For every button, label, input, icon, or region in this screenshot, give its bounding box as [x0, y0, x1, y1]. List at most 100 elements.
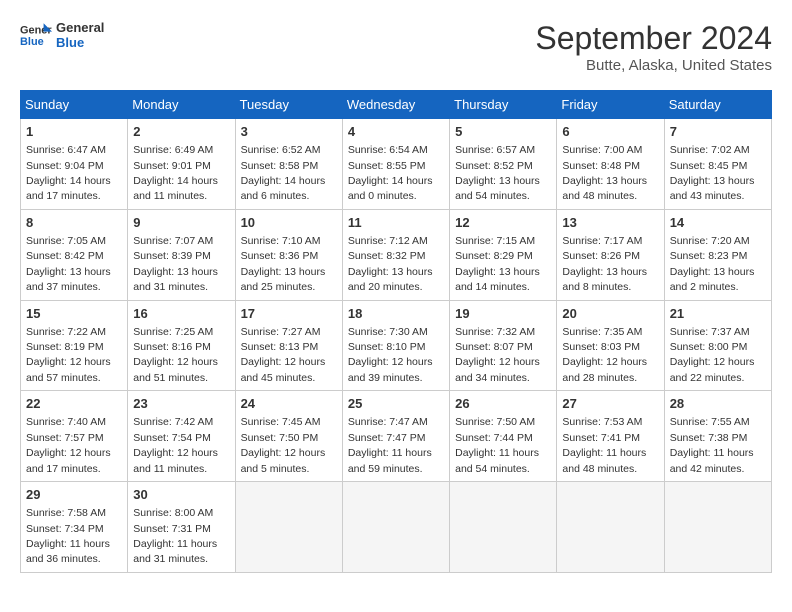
calendar-header-row: SundayMondayTuesdayWednesdayThursdayFrid…	[21, 91, 772, 119]
calendar-cell: 28 Sunrise: 7:55 AMSunset: 7:38 PMDaylig…	[664, 391, 771, 482]
day-number: 20	[562, 305, 658, 323]
calendar-week-3: 15 Sunrise: 7:22 AMSunset: 8:19 PMDaylig…	[21, 300, 772, 391]
day-info: Sunrise: 7:42 AMSunset: 7:54 PMDaylight:…	[133, 416, 218, 474]
calendar-cell: 18 Sunrise: 7:30 AMSunset: 8:10 PMDaylig…	[342, 300, 449, 391]
calendar-cell: 25 Sunrise: 7:47 AMSunset: 7:47 PMDaylig…	[342, 391, 449, 482]
day-info: Sunrise: 7:00 AMSunset: 8:48 PMDaylight:…	[562, 144, 647, 202]
day-info: Sunrise: 7:50 AMSunset: 7:44 PMDaylight:…	[455, 416, 539, 474]
day-number: 28	[670, 395, 766, 413]
calendar-cell: 22 Sunrise: 7:40 AMSunset: 7:57 PMDaylig…	[21, 391, 128, 482]
day-number: 12	[455, 214, 551, 232]
day-info: Sunrise: 6:52 AMSunset: 8:58 PMDaylight:…	[241, 144, 326, 202]
day-number: 16	[133, 305, 229, 323]
weekday-header-tuesday: Tuesday	[235, 91, 342, 119]
day-info: Sunrise: 7:27 AMSunset: 8:13 PMDaylight:…	[241, 326, 326, 384]
calendar-cell	[664, 482, 771, 573]
day-info: Sunrise: 7:17 AMSunset: 8:26 PMDaylight:…	[562, 235, 647, 293]
calendar-week-2: 8 Sunrise: 7:05 AMSunset: 8:42 PMDayligh…	[21, 209, 772, 300]
day-number: 8	[26, 214, 122, 232]
weekday-header-sunday: Sunday	[21, 91, 128, 119]
logo-text-general: General	[56, 20, 104, 35]
calendar-cell: 5 Sunrise: 6:57 AMSunset: 8:52 PMDayligh…	[450, 119, 557, 210]
day-number: 7	[670, 123, 766, 141]
logo-icon: General Blue	[20, 21, 52, 49]
location: Butte, Alaska, United States	[535, 57, 772, 74]
calendar-cell: 20 Sunrise: 7:35 AMSunset: 8:03 PMDaylig…	[557, 300, 664, 391]
day-info: Sunrise: 7:10 AMSunset: 8:36 PMDaylight:…	[241, 235, 326, 293]
calendar-cell: 9 Sunrise: 7:07 AMSunset: 8:39 PMDayligh…	[128, 209, 235, 300]
day-info: Sunrise: 6:49 AMSunset: 9:01 PMDaylight:…	[133, 144, 218, 202]
day-number: 6	[562, 123, 658, 141]
calendar-cell: 6 Sunrise: 7:00 AMSunset: 8:48 PMDayligh…	[557, 119, 664, 210]
calendar-cell: 10 Sunrise: 7:10 AMSunset: 8:36 PMDaylig…	[235, 209, 342, 300]
calendar-cell	[557, 482, 664, 573]
day-number: 3	[241, 123, 337, 141]
calendar-cell: 17 Sunrise: 7:27 AMSunset: 8:13 PMDaylig…	[235, 300, 342, 391]
calendar-week-5: 29 Sunrise: 7:58 AMSunset: 7:34 PMDaylig…	[21, 482, 772, 573]
calendar-cell: 14 Sunrise: 7:20 AMSunset: 8:23 PMDaylig…	[664, 209, 771, 300]
calendar-cell	[342, 482, 449, 573]
title-block: September 2024 Butte, Alaska, United Sta…	[535, 20, 772, 74]
calendar-cell: 3 Sunrise: 6:52 AMSunset: 8:58 PMDayligh…	[235, 119, 342, 210]
page-header: General Blue General Blue September 2024…	[20, 20, 772, 74]
day-info: Sunrise: 7:02 AMSunset: 8:45 PMDaylight:…	[670, 144, 755, 202]
day-number: 9	[133, 214, 229, 232]
day-info: Sunrise: 7:58 AMSunset: 7:34 PMDaylight:…	[26, 507, 110, 565]
day-number: 23	[133, 395, 229, 413]
day-info: Sunrise: 7:32 AMSunset: 8:07 PMDaylight:…	[455, 326, 540, 384]
logo-text-blue: Blue	[56, 35, 104, 50]
calendar-cell: 23 Sunrise: 7:42 AMSunset: 7:54 PMDaylig…	[128, 391, 235, 482]
day-info: Sunrise: 7:05 AMSunset: 8:42 PMDaylight:…	[26, 235, 111, 293]
day-info: Sunrise: 7:25 AMSunset: 8:16 PMDaylight:…	[133, 326, 218, 384]
day-number: 30	[133, 486, 229, 504]
calendar-cell: 13 Sunrise: 7:17 AMSunset: 8:26 PMDaylig…	[557, 209, 664, 300]
day-info: Sunrise: 6:54 AMSunset: 8:55 PMDaylight:…	[348, 144, 433, 202]
logo: General Blue General Blue	[20, 20, 104, 50]
calendar-cell: 27 Sunrise: 7:53 AMSunset: 7:41 PMDaylig…	[557, 391, 664, 482]
day-info: Sunrise: 7:40 AMSunset: 7:57 PMDaylight:…	[26, 416, 111, 474]
weekday-header-monday: Monday	[128, 91, 235, 119]
calendar-table: SundayMondayTuesdayWednesdayThursdayFrid…	[20, 90, 772, 573]
day-number: 29	[26, 486, 122, 504]
calendar-cell	[450, 482, 557, 573]
day-number: 18	[348, 305, 444, 323]
day-number: 1	[26, 123, 122, 141]
day-number: 4	[348, 123, 444, 141]
day-number: 14	[670, 214, 766, 232]
calendar-cell: 19 Sunrise: 7:32 AMSunset: 8:07 PMDaylig…	[450, 300, 557, 391]
day-number: 24	[241, 395, 337, 413]
calendar-week-1: 1 Sunrise: 6:47 AMSunset: 9:04 PMDayligh…	[21, 119, 772, 210]
weekday-header-friday: Friday	[557, 91, 664, 119]
calendar-cell: 2 Sunrise: 6:49 AMSunset: 9:01 PMDayligh…	[128, 119, 235, 210]
calendar-cell: 8 Sunrise: 7:05 AMSunset: 8:42 PMDayligh…	[21, 209, 128, 300]
calendar-cell: 16 Sunrise: 7:25 AMSunset: 8:16 PMDaylig…	[128, 300, 235, 391]
weekday-header-thursday: Thursday	[450, 91, 557, 119]
calendar-cell: 21 Sunrise: 7:37 AMSunset: 8:00 PMDaylig…	[664, 300, 771, 391]
svg-text:Blue: Blue	[20, 36, 44, 48]
day-number: 10	[241, 214, 337, 232]
day-number: 17	[241, 305, 337, 323]
day-info: Sunrise: 7:20 AMSunset: 8:23 PMDaylight:…	[670, 235, 755, 293]
calendar-cell: 1 Sunrise: 6:47 AMSunset: 9:04 PMDayligh…	[21, 119, 128, 210]
calendar-cell: 12 Sunrise: 7:15 AMSunset: 8:29 PMDaylig…	[450, 209, 557, 300]
day-number: 27	[562, 395, 658, 413]
day-info: Sunrise: 6:57 AMSunset: 8:52 PMDaylight:…	[455, 144, 540, 202]
day-info: Sunrise: 6:47 AMSunset: 9:04 PMDaylight:…	[26, 144, 111, 202]
day-info: Sunrise: 7:22 AMSunset: 8:19 PMDaylight:…	[26, 326, 111, 384]
weekday-header-wednesday: Wednesday	[342, 91, 449, 119]
day-info: Sunrise: 7:37 AMSunset: 8:00 PMDaylight:…	[670, 326, 755, 384]
calendar-cell: 7 Sunrise: 7:02 AMSunset: 8:45 PMDayligh…	[664, 119, 771, 210]
day-number: 15	[26, 305, 122, 323]
day-info: Sunrise: 7:45 AMSunset: 7:50 PMDaylight:…	[241, 416, 326, 474]
day-info: Sunrise: 7:47 AMSunset: 7:47 PMDaylight:…	[348, 416, 432, 474]
day-info: Sunrise: 7:30 AMSunset: 8:10 PMDaylight:…	[348, 326, 433, 384]
calendar-cell	[235, 482, 342, 573]
calendar-cell: 30 Sunrise: 8:00 AMSunset: 7:31 PMDaylig…	[128, 482, 235, 573]
day-info: Sunrise: 7:12 AMSunset: 8:32 PMDaylight:…	[348, 235, 433, 293]
calendar-cell: 26 Sunrise: 7:50 AMSunset: 7:44 PMDaylig…	[450, 391, 557, 482]
month-title: September 2024	[535, 20, 772, 57]
day-info: Sunrise: 7:55 AMSunset: 7:38 PMDaylight:…	[670, 416, 754, 474]
day-info: Sunrise: 7:35 AMSunset: 8:03 PMDaylight:…	[562, 326, 647, 384]
day-number: 26	[455, 395, 551, 413]
day-number: 22	[26, 395, 122, 413]
